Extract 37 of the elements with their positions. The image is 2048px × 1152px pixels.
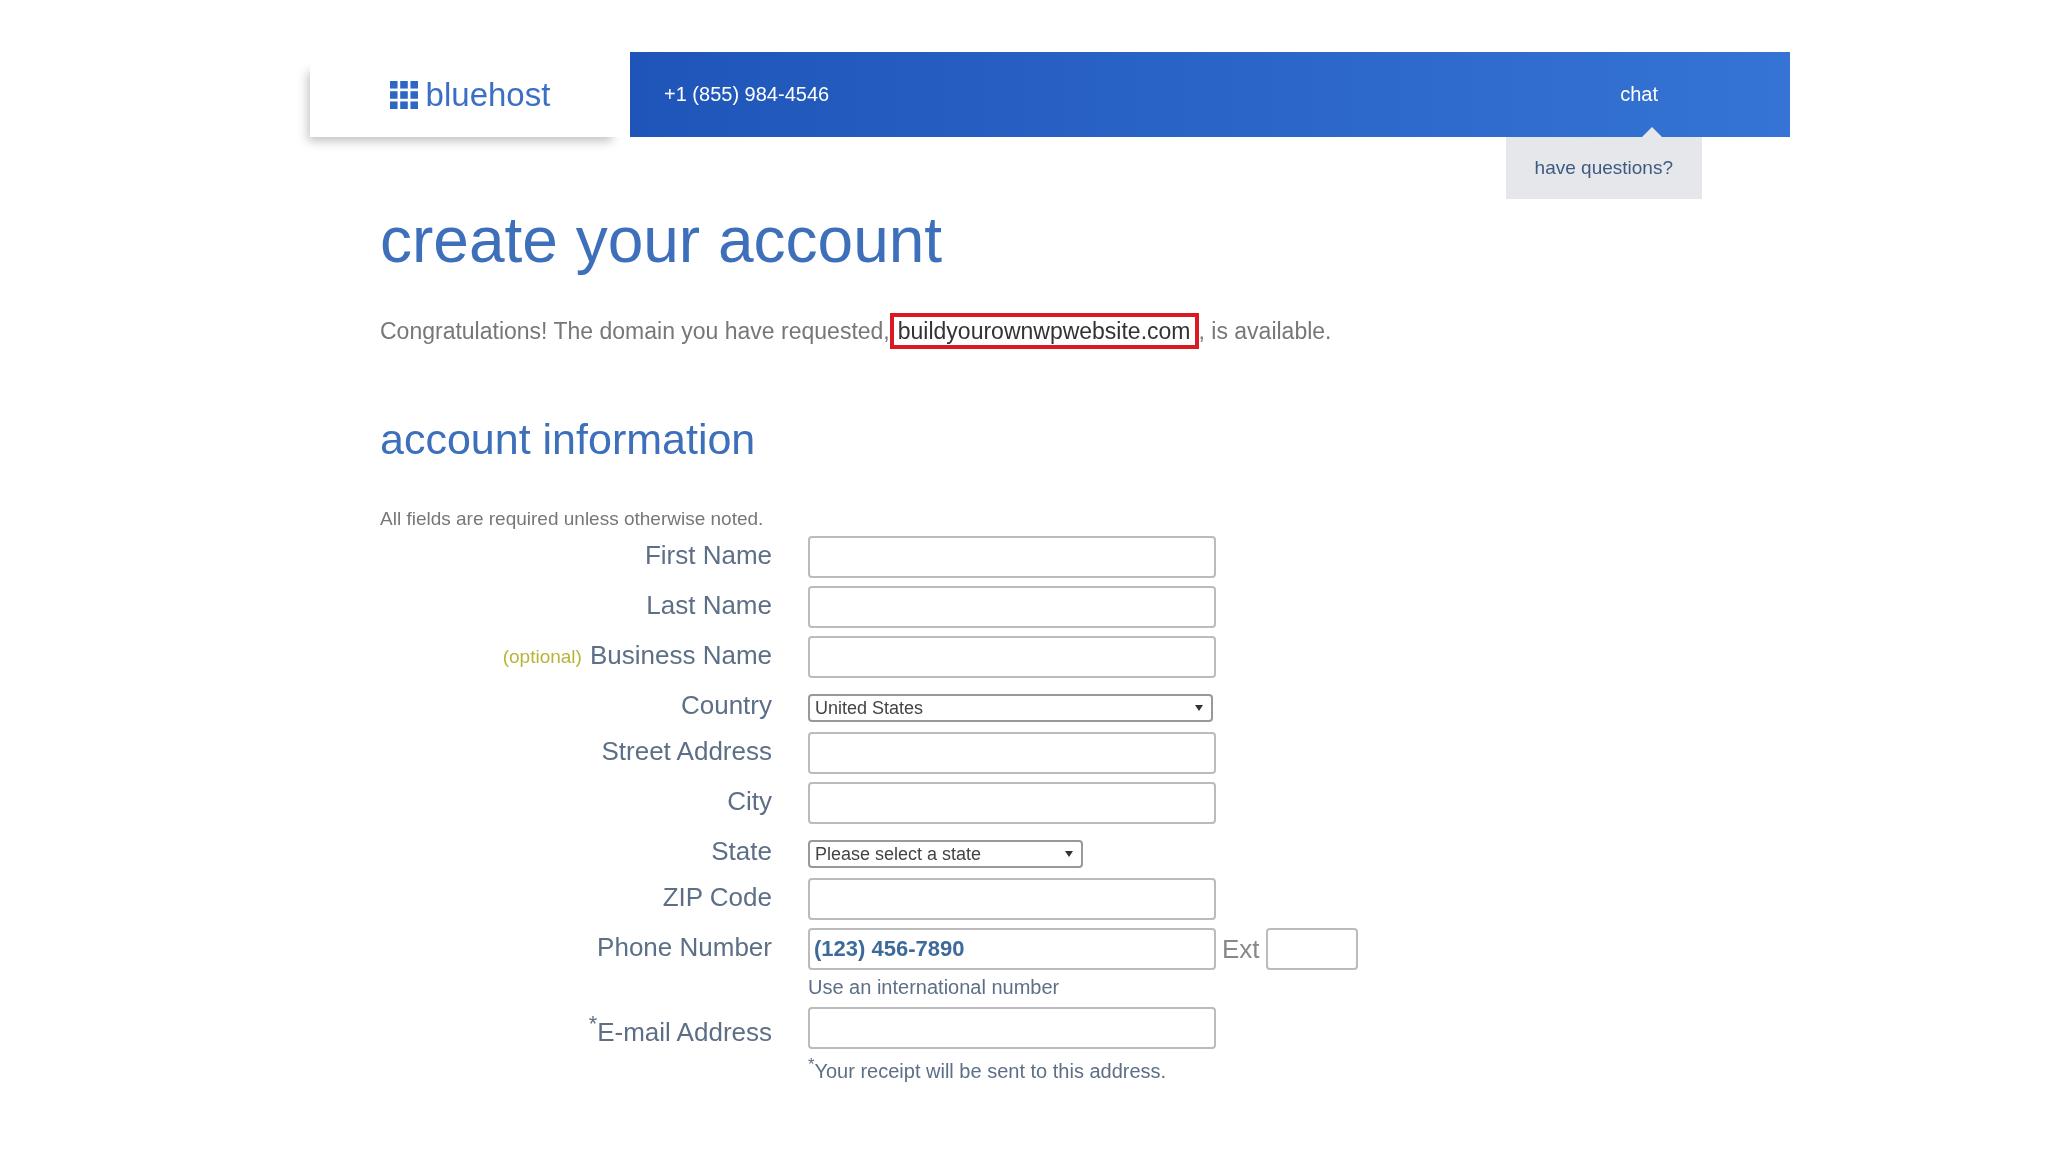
phone-field[interactable]: (123) 456-7890 xyxy=(808,928,1216,970)
field-label: Last Name xyxy=(646,590,772,621)
tooltip-pointer-icon xyxy=(1642,127,1662,137)
text-field[interactable] xyxy=(808,636,1216,678)
logo-text[interactable]: bluehost xyxy=(425,75,551,114)
section-title: account information xyxy=(380,415,757,464)
field-label: State xyxy=(711,836,772,867)
dropdown[interactable]: Please select a state xyxy=(808,840,1083,868)
optional-tag: (optional) xyxy=(502,640,582,668)
field-label: Street Address xyxy=(601,736,772,767)
text-field[interactable] xyxy=(808,586,1216,628)
extension-field[interactable] xyxy=(1265,928,1358,970)
help-text: $^{*}$Your receipt will be sent to this address. xyxy=(808,1055,1168,1083)
field-label: Country xyxy=(680,690,772,721)
caret-icon xyxy=(1065,851,1073,857)
field-label: Phone Number xyxy=(597,932,772,963)
questions-tooltip: have questions? xyxy=(1505,137,1702,199)
field-label: Business Name xyxy=(589,640,772,671)
field-label: ZIP Code xyxy=(662,882,772,913)
text-field[interactable] xyxy=(808,536,1216,578)
field-label: City xyxy=(727,786,772,817)
field-label: $^{*}$E-mail Address xyxy=(588,1011,772,1048)
text-field[interactable] xyxy=(808,878,1216,920)
ext-label: Ext xyxy=(1222,933,1260,965)
text-field[interactable] xyxy=(808,782,1216,824)
availability-message: Congratulations! The domain you have requested, buildyourownwpwebsite.com , is available. xyxy=(380,307,2048,355)
required-note: All fields are required unless otherwise noted. xyxy=(380,508,765,530)
page-title: create your account xyxy=(380,203,944,277)
grid-logo-icon xyxy=(389,80,418,109)
caret-icon xyxy=(1195,705,1203,711)
field-label: First Name xyxy=(644,540,772,571)
text-field[interactable] xyxy=(808,732,1216,774)
chat-link[interactable]: chat xyxy=(1620,83,1658,106)
dropdown[interactable]: United States xyxy=(808,694,1213,722)
phone-number[interactable]: +1 (855) 984-4546 xyxy=(664,83,830,106)
text-field[interactable] xyxy=(808,1007,1216,1049)
help-text: Use an international number xyxy=(808,976,1061,999)
